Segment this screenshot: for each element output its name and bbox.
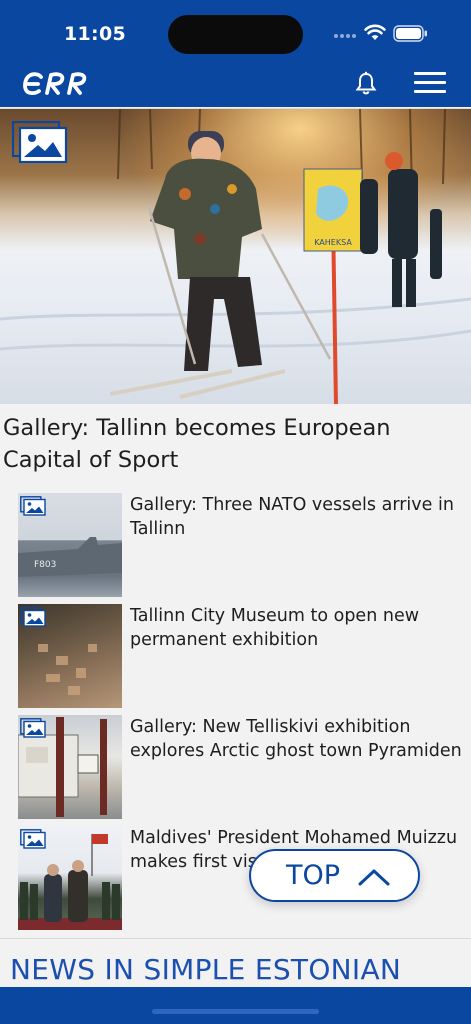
article-thumbnail <box>18 826 122 930</box>
hamburger-menu-icon[interactable] <box>414 72 446 94</box>
article-title: Gallery: New Telliskivi exhibition explo… <box>130 717 462 761</box>
bottom-bar <box>0 987 471 1024</box>
section-heading[interactable]: NEWS IN SIMPLE ESTONIAN <box>10 953 401 986</box>
gallery-icon <box>20 607 46 627</box>
scroll-to-top-button[interactable]: TOP <box>249 849 420 902</box>
wifi-icon <box>364 24 386 40</box>
hero-image[interactable]: KAHEKSA <box>0 108 471 404</box>
ship-hull-number: F803 <box>34 560 56 570</box>
dynamic-island <box>168 15 303 54</box>
gallery-icon <box>20 829 46 849</box>
hero-headline[interactable]: Gallery: Tallinn becomes European Capita… <box>3 412 468 476</box>
app-header: 11:05 <box>0 0 471 107</box>
gallery-icon <box>12 121 68 163</box>
gallery-icon <box>20 496 46 516</box>
chevron-up-icon <box>358 869 390 886</box>
article-thumbnail <box>18 604 122 708</box>
hero-photo-illustration: KAHEKSA <box>0 109 471 404</box>
status-time: 11:05 <box>64 23 126 45</box>
list-item[interactable]: F803 Gallery: Three NATO vessels arrive … <box>18 493 471 597</box>
err-logo[interactable] <box>22 71 90 96</box>
list-item[interactable]: Tallinn City Museum to open new permanen… <box>18 604 471 708</box>
article-title: Tallinn City Museum to open new permanen… <box>130 606 420 650</box>
list-item[interactable]: Gallery: New Telliskivi exhibition explo… <box>18 715 471 819</box>
article-title: Gallery: Three NATO vessels arrive in Ta… <box>130 495 454 539</box>
scroll-to-top-label: TOP <box>286 860 341 891</box>
article-thumbnail <box>18 715 122 819</box>
article-thumbnail: F803 <box>18 493 122 597</box>
sign-text: KAHEKSA <box>314 238 352 247</box>
section-divider <box>0 938 471 939</box>
notification-bell-icon[interactable] <box>355 71 377 95</box>
cellular-signal-icon <box>334 34 356 38</box>
gallery-icon <box>20 718 46 738</box>
battery-icon <box>393 25 427 42</box>
home-indicator <box>152 1009 319 1014</box>
